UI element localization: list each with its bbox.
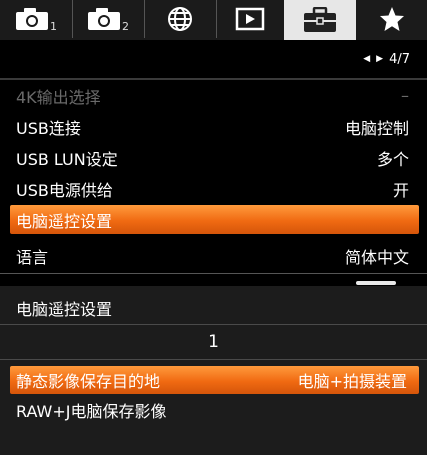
tab-playback[interactable]: [216, 0, 285, 38]
submenu-title: 电脑遥控设置: [16, 300, 113, 319]
menu-item-label: USB电源供给: [16, 180, 113, 200]
submenu-item-raw-j-save[interactable]: RAW+J电脑保存影像: [16, 396, 416, 424]
submenu-item-value: 电脑+拍摄装置: [297, 372, 407, 391]
menu-item-usb-power[interactable]: USB电源供给 开: [0, 173, 427, 204]
menu-item-value: –: [401, 86, 409, 105]
menu-item-value: 电脑控制: [344, 118, 409, 138]
menu-item-language[interactable]: 语言 简体中文: [0, 240, 427, 271]
tab-bar: 1 2: [0, 0, 427, 40]
menu-item-value: 多个: [376, 149, 409, 169]
submenu-item-save-destination[interactable]: 静态影像保存目的地 电脑+拍摄装置: [10, 366, 419, 394]
menu-item-value: 简体中文: [344, 247, 409, 267]
menu-item-label: USB LUN设定: [16, 149, 118, 169]
divider: [0, 273, 427, 274]
tab-network[interactable]: [144, 0, 217, 38]
tab-number: 2: [122, 19, 129, 33]
camera-icon: [16, 8, 48, 30]
menu-item-value: 开: [392, 180, 409, 200]
tab-shooting-2[interactable]: 2: [72, 0, 145, 38]
tab-number: 1: [50, 19, 57, 33]
page-indicator: ◀ ▶ 4/7: [363, 50, 410, 68]
star-icon: [379, 7, 404, 31]
camera-icon: [88, 8, 120, 30]
page-next-icon[interactable]: ▶: [376, 54, 383, 64]
divider: [0, 324, 427, 325]
menu-item-label: 语言: [16, 247, 49, 267]
menu-item-label: 4K输出选择: [16, 87, 101, 107]
submenu-item-label: 静态影像保存目的地: [16, 372, 161, 391]
submenu-item-label: RAW+J电脑保存影像: [16, 402, 167, 421]
toolbox-icon: [304, 7, 336, 32]
tab-setup[interactable]: [284, 0, 356, 40]
page-prev-icon[interactable]: ◀: [363, 54, 370, 64]
menu-item-usb-lun[interactable]: USB LUN设定 多个: [0, 142, 427, 173]
menu-item-4k-output[interactable]: 4K输出选择 –: [0, 80, 427, 111]
tab-shooting-1[interactable]: 1: [0, 0, 73, 38]
playback-icon: [235, 7, 265, 31]
page-number: 4/7: [389, 51, 410, 67]
divider: [0, 359, 427, 360]
menu-item-pc-remote[interactable]: 电脑遥控设置: [10, 205, 419, 234]
tab-my-menu[interactable]: [356, 0, 427, 38]
menu-item-usb-connection[interactable]: USB连接 电脑控制: [0, 111, 427, 142]
menu-item-label: USB连接: [16, 118, 81, 138]
submenu-counter: 1: [208, 332, 219, 352]
scrollbar-thumb[interactable]: [356, 281, 396, 285]
menu-item-label: 电脑遥控设置: [16, 211, 113, 231]
globe-icon: [168, 7, 192, 31]
